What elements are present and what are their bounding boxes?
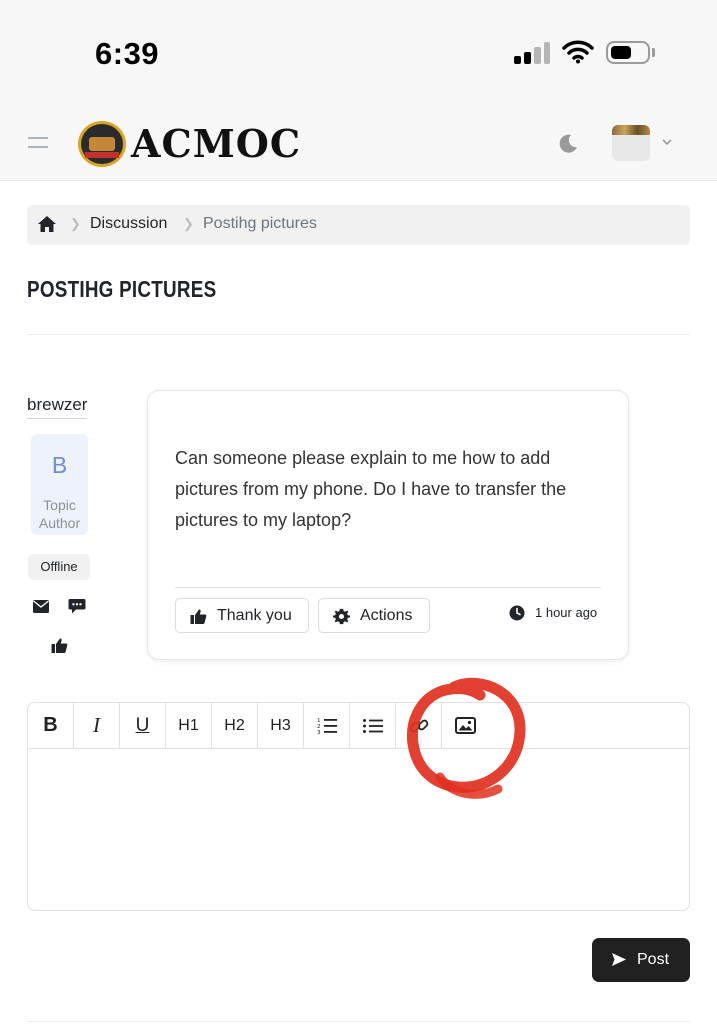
heading-3-label: H3 — [270, 716, 291, 734]
site-logo[interactable] — [78, 121, 126, 167]
post-body: Can someone please explain to me how to … — [175, 448, 567, 530]
author-role: Topic Author — [38, 497, 81, 531]
bold-button[interactable]: B — [28, 703, 74, 748]
divider — [27, 334, 690, 335]
underline-button[interactable]: U — [120, 703, 166, 748]
annotation-circle — [407, 677, 526, 799]
thank-you-button[interactable]: Thank you — [175, 598, 309, 633]
heading-2-label: H2 — [224, 716, 245, 734]
send-icon — [612, 953, 626, 966]
chevron-down-icon[interactable] — [661, 137, 673, 147]
breadcrumb-current: Postihg pictures — [203, 215, 317, 232]
chat-icon[interactable] — [68, 598, 86, 615]
battery-icon — [606, 41, 650, 64]
avatar-letter: B — [51, 452, 68, 478]
ordered-list-icon: 1 2 3 — [317, 718, 337, 735]
bullet-list-button[interactable] — [350, 703, 396, 748]
post-timestamp: 1 hour ago — [535, 605, 598, 620]
thank-you-label: Thank you — [217, 607, 292, 624]
chevron-right-icon: ❯ — [70, 216, 81, 231]
post-label: Post — [637, 951, 670, 968]
author-avatar-card: B Topic Author — [31, 434, 88, 535]
heading-2-button[interactable]: H2 — [212, 703, 258, 748]
actions-button[interactable]: Actions — [318, 598, 430, 633]
underline-label: U — [135, 714, 150, 736]
heading-1-button[interactable]: H1 — [166, 703, 212, 748]
site-name[interactable]: ACMOC — [131, 121, 301, 166]
ordered-list-button[interactable]: 1 2 3 — [304, 703, 350, 748]
user-avatar[interactable] — [612, 125, 650, 161]
divider — [175, 587, 601, 588]
heading-1-label: H1 — [178, 716, 199, 734]
italic-label: I — [93, 713, 100, 737]
breadcrumb-discussion[interactable]: Discussion — [90, 215, 167, 233]
thumbs-up-icon[interactable] — [51, 637, 68, 654]
status-time: 6:39 — [95, 36, 160, 71]
wifi-icon — [562, 40, 594, 64]
menu-icon[interactable] — [28, 137, 48, 149]
moon-icon[interactable] — [556, 132, 580, 156]
thumbs-up-icon — [190, 609, 207, 624]
clock-icon — [509, 605, 525, 621]
svg-text:3: 3 — [317, 730, 321, 735]
bullet-list-icon — [362, 718, 383, 733]
status-badge: Offline — [28, 554, 90, 580]
page-title: POSTIHG PICTURES — [27, 276, 217, 302]
divider — [27, 1021, 690, 1022]
mail-icon[interactable] — [33, 600, 49, 613]
actions-label: Actions — [360, 607, 413, 624]
post-button[interactable]: Post — [592, 938, 690, 982]
gear-icon — [333, 608, 350, 625]
chevron-right-icon: ❯ — [183, 216, 194, 231]
author-name[interactable]: brewzer — [27, 395, 88, 419]
cellular-signal-icon — [514, 42, 550, 64]
battery-nub — [652, 48, 655, 57]
home-icon[interactable] — [37, 214, 57, 234]
heading-3-button[interactable]: H3 — [258, 703, 304, 748]
italic-button[interactable]: I — [74, 703, 120, 748]
bold-label: B — [43, 714, 58, 736]
